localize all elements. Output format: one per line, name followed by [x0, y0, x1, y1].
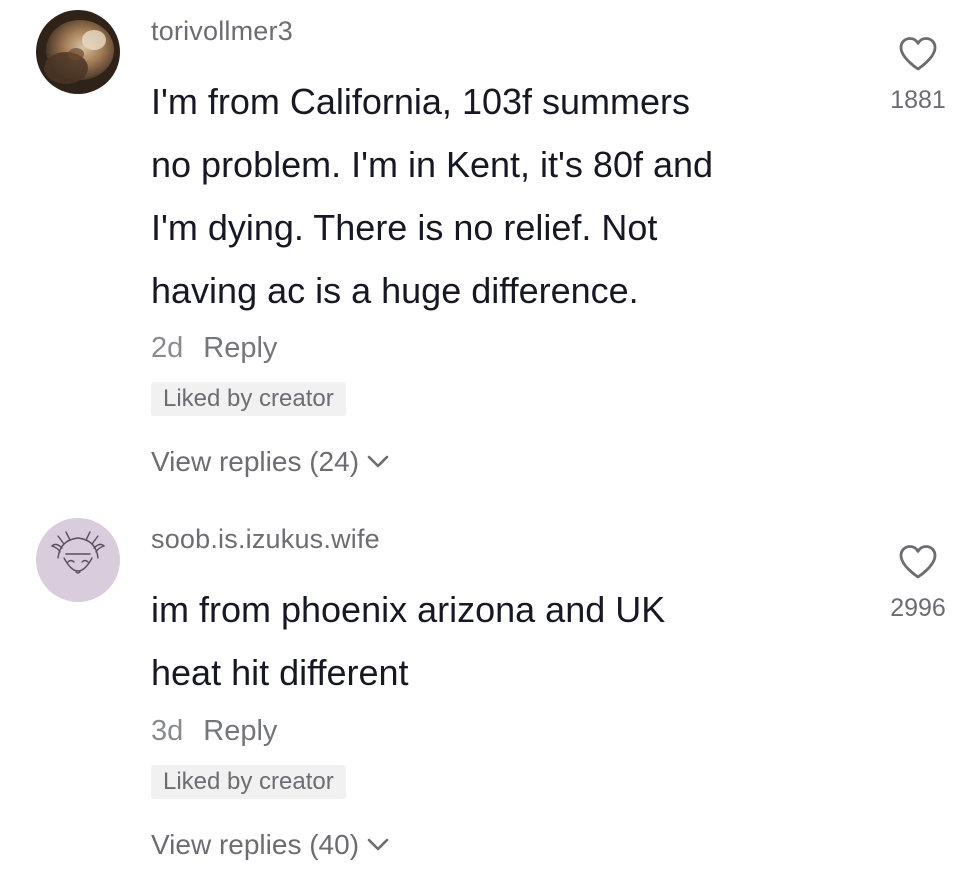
view-replies-button[interactable]: View replies (40) [151, 829, 389, 861]
comment-text: im from phoenix arizona and UK heat hit … [151, 589, 666, 693]
like-control: 2996 [878, 544, 958, 623]
comment-age: 2d [151, 332, 184, 364]
view-replies-button[interactable]: View replies (24) [151, 446, 389, 478]
heart-outline-icon[interactable] [898, 36, 938, 72]
comment-username[interactable]: torivollmer3 [151, 16, 293, 47]
like-count: 2996 [890, 594, 946, 622]
view-replies-label: View replies (24) [151, 446, 360, 477]
like-count: 1881 [890, 86, 946, 114]
comment-item: soob.is.izukus.wife im from phoenix ariz… [0, 500, 980, 872]
liked-by-creator-badge: Liked by creator [151, 382, 346, 416]
chevron-down-icon [367, 455, 389, 468]
liked-by-creator-badge: Liked by creator [151, 765, 346, 799]
avatar-photo-image [36, 10, 120, 94]
like-control: 1881 [878, 36, 958, 115]
heart-outline-icon[interactable] [898, 544, 938, 580]
view-replies-label: View replies (40) [151, 829, 360, 860]
reply-button[interactable]: Reply [203, 715, 277, 748]
reply-button[interactable]: Reply [203, 332, 277, 365]
comment-username[interactable]: soob.is.izukus.wife [151, 524, 380, 555]
avatar[interactable] [36, 518, 120, 602]
avatar-anime-sketch-image [36, 518, 120, 602]
comment-age: 3d [151, 715, 184, 747]
comment-meta: 2d Reply [151, 332, 277, 365]
comment-item: torivollmer3 I'm from California, 103f s… [0, 0, 980, 500]
chevron-down-icon [367, 838, 389, 851]
avatar[interactable] [36, 10, 120, 94]
comment-meta: 3d Reply [151, 715, 277, 748]
comment-text: I'm from California, 103f summers no pro… [151, 81, 714, 311]
